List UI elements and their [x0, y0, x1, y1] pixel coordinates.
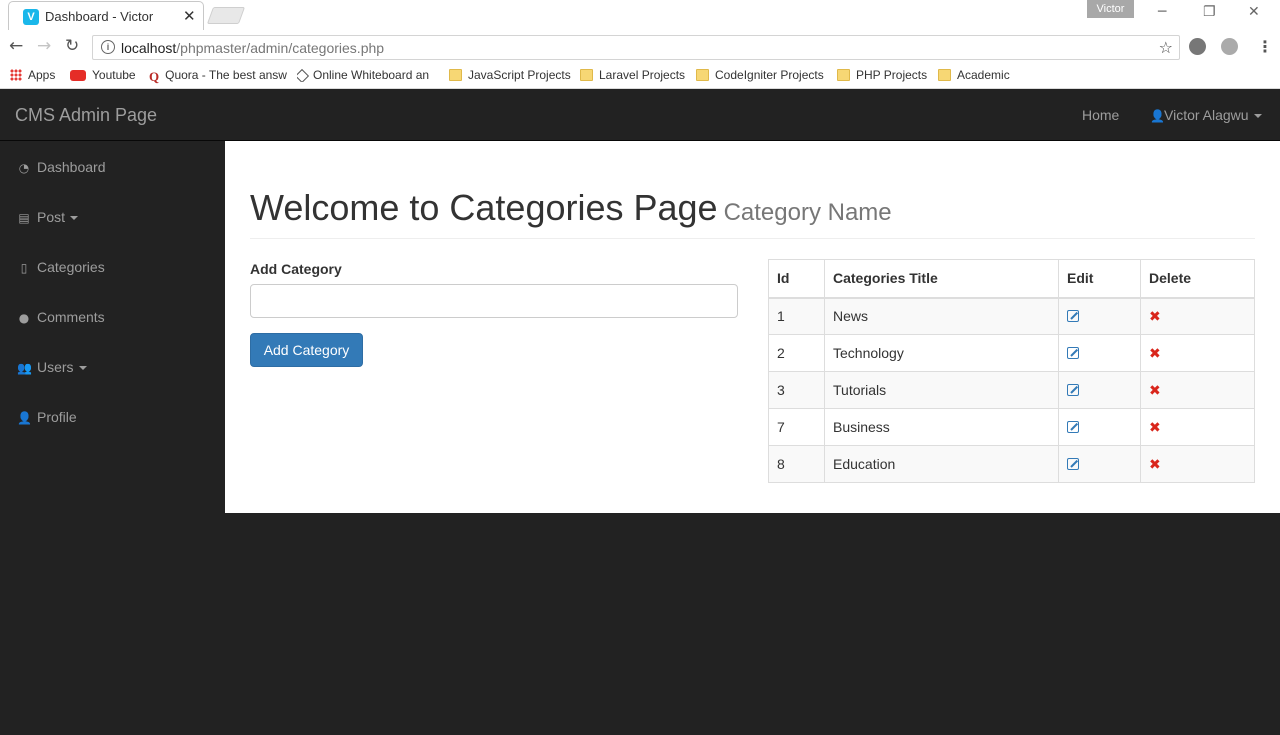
bookmark-quora[interactable]: Q Quora - The best answ: [149, 68, 287, 85]
user-menu[interactable]: 👤Victor Alagwu: [1150, 107, 1262, 123]
table-row: 1 News ✖: [768, 297, 1255, 335]
bookmark-php-projects[interactable]: PHP Projects: [837, 68, 927, 82]
info-icon[interactable]: i: [101, 40, 115, 54]
page-wrapper: Welcome to Categories Page Category Name …: [225, 141, 1280, 513]
cell-title: Technology: [824, 334, 1059, 372]
delete-icon[interactable]: ✖: [1149, 383, 1161, 399]
edit-icon[interactable]: [1067, 384, 1079, 396]
edit-icon[interactable]: [1067, 310, 1079, 323]
page-subtitle: Category Name: [723, 199, 892, 226]
restore-icon[interactable]: ❐: [1203, 4, 1216, 20]
comments-icon: ●: [18, 311, 30, 325]
profile-badge[interactable]: Victor: [1087, 0, 1134, 18]
user-icon: 👤: [1150, 109, 1165, 123]
extension-icon[interactable]: [1189, 38, 1206, 55]
cell-id: 3: [768, 371, 825, 409]
address-bar[interactable]: i localhost/phpmaster/admin/categories.p…: [92, 35, 1180, 60]
caret-down-icon: [78, 366, 87, 371]
sidebar-item-users[interactable]: 👥 Users: [17, 359, 87, 375]
add-category-label: Add Category: [250, 261, 342, 277]
page-title: Welcome to Categories Page Category Name: [250, 187, 892, 228]
youtube-icon: [70, 70, 86, 81]
folder-icon: [449, 69, 462, 81]
page-header: Welcome to Categories Page Category Name: [250, 187, 1255, 239]
table-header-row: Id Categories Title Edit Delete: [768, 259, 1255, 299]
apps-icon: [10, 69, 22, 81]
back-arrow-icon[interactable]: ←: [9, 36, 23, 56]
column-header-delete: Delete: [1140, 259, 1255, 299]
folder-icon: [696, 69, 709, 81]
navbar-brand[interactable]: CMS Admin Page: [15, 105, 157, 126]
delete-icon[interactable]: ✖: [1149, 346, 1161, 362]
edit-icon[interactable]: [1067, 347, 1079, 359]
add-category-button[interactable]: Add Category: [250, 333, 363, 367]
column-header-title: Categories Title: [824, 259, 1059, 299]
cell-id: 2: [768, 334, 825, 372]
sidebar-item-post[interactable]: ▤ Post: [17, 209, 79, 225]
tab-close-icon[interactable]: ✕: [183, 7, 196, 25]
column-header-edit: Edit: [1058, 259, 1141, 299]
folder-icon: [938, 69, 951, 81]
cell-id: 8: [768, 445, 825, 483]
sidebar-item-categories[interactable]: ▯ Categories: [17, 259, 105, 275]
browser-titlebar: V Dashboard - Victor ✕ Victor ─ ❐ ✕: [0, 0, 1280, 30]
bookmarks-bar: Apps Youtube Q Quora - The best answ Onli…: [0, 64, 1280, 89]
folder-icon: [837, 69, 850, 81]
vimeo-favicon-icon: V: [23, 9, 39, 25]
users-icon: 👥: [17, 361, 32, 375]
cell-id: 1: [768, 297, 825, 335]
column-header-id: Id: [768, 259, 825, 299]
sidebar-item-comments[interactable]: ● Comments: [17, 309, 105, 325]
nav-home-link[interactable]: Home: [1082, 107, 1119, 123]
cell-title: Education: [824, 445, 1059, 483]
bookmark-youtube[interactable]: Youtube: [70, 68, 136, 82]
url-text[interactable]: localhost/phpmaster/admin/categories.php: [121, 40, 384, 56]
bookmark-star-icon[interactable]: ☆: [1159, 38, 1173, 57]
delete-icon[interactable]: ✖: [1149, 457, 1161, 473]
delete-icon[interactable]: ✖: [1149, 420, 1161, 436]
caret-down-icon: [1253, 114, 1262, 119]
forward-arrow-icon[interactable]: →: [37, 36, 51, 56]
file-icon: ▯: [20, 261, 28, 275]
minimize-icon[interactable]: ─: [1158, 4, 1166, 20]
table-row: 8 Education ✖: [768, 445, 1255, 483]
tab-title: Dashboard - Victor: [45, 9, 154, 24]
table-row: 2 Technology ✖: [768, 334, 1255, 372]
edit-icon[interactable]: [1067, 421, 1079, 433]
quora-icon: Q: [149, 69, 160, 84]
sidebar: ◔ Dashboard ▤ Post ▯ Categories ● Comments 👥…: [0, 141, 225, 735]
edit-icon[interactable]: [1067, 458, 1079, 470]
table-row: 3 Tutorials ✖: [768, 371, 1255, 409]
top-navbar: CMS Admin Page Home 👤Victor Alagwu: [0, 90, 1280, 141]
reload-icon[interactable]: ↻: [65, 36, 79, 56]
caret-down-icon: [70, 216, 79, 221]
bookmark-javascript-projects[interactable]: JavaScript Projects: [449, 68, 571, 82]
bookmark-laravel-projects[interactable]: Laravel Projects: [580, 68, 685, 82]
browser-tab[interactable]: V Dashboard - Victor ✕: [8, 1, 204, 30]
categories-table: Id Categories Title Edit Delete 1 News ✖…: [768, 259, 1255, 483]
bookmark-apps[interactable]: Apps: [10, 68, 55, 82]
sidebar-item-profile[interactable]: 👤 Profile: [17, 409, 77, 425]
window-close-icon[interactable]: ✕: [1248, 4, 1260, 20]
delete-icon[interactable]: ✖: [1149, 309, 1161, 325]
cell-title: Business: [824, 408, 1059, 446]
table-row: 7 Business ✖: [768, 408, 1255, 446]
new-tab-button[interactable]: [206, 7, 246, 24]
user-icon: 👤: [17, 411, 32, 425]
category-title-input[interactable]: [250, 284, 738, 318]
cell-id: 7: [768, 408, 825, 446]
cell-title: Tutorials: [824, 371, 1059, 409]
bookmark-whiteboard[interactable]: Online Whiteboard an: [297, 68, 434, 82]
whiteboard-icon: [297, 68, 310, 82]
dashboard-icon: ◔: [18, 161, 30, 175]
bookmark-academic[interactable]: Academic: [938, 68, 1010, 82]
extension-icon[interactable]: [1221, 38, 1238, 55]
file-icon: ▤: [18, 211, 30, 225]
sidebar-item-dashboard[interactable]: ◔ Dashboard: [17, 159, 106, 175]
cell-title: News: [824, 297, 1059, 335]
folder-icon: [580, 69, 593, 81]
browser-menu-icon[interactable]: ⋮: [1257, 37, 1273, 56]
bookmark-codeigniter-projects[interactable]: CodeIgniter Projects: [696, 68, 824, 82]
